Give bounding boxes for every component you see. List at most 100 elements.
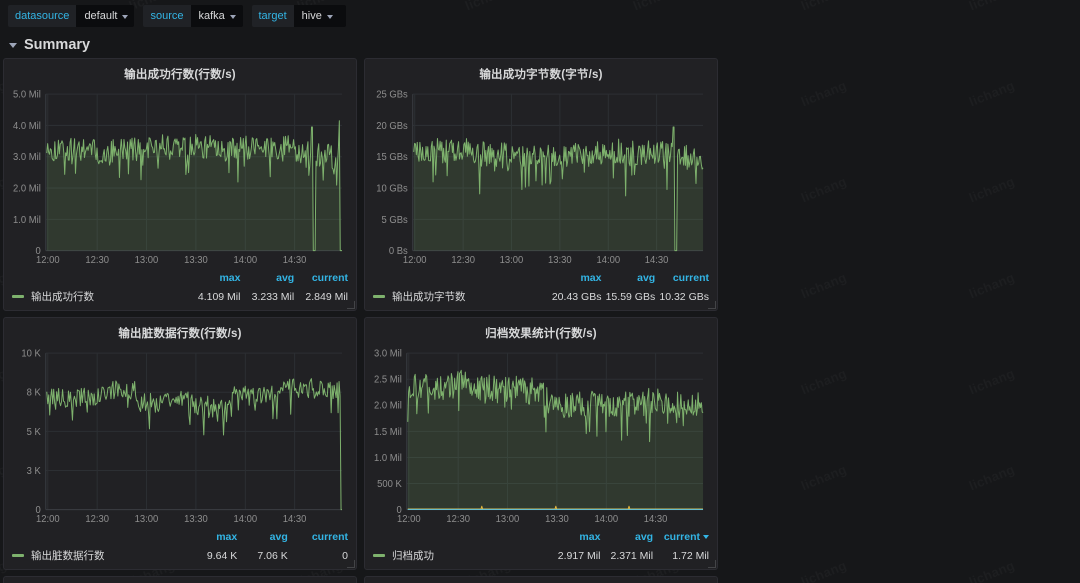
panel-legend: maxavgcurrent输出成功行数4.109 Mil3.233 Mil2.8…: [4, 271, 356, 310]
panel-3[interactable]: 输出脏数据行数(行数/s)03 K5 K8 K10 K12:0012:3013:…: [3, 317, 357, 570]
plot-area[interactable]: 0 Bs5 GBs10 GBs15 GBs20 GBs25 GBs12:0012…: [365, 84, 717, 271]
plot-area[interactable]: 01.0 Mil2.0 Mil3.0 Mil4.0 Mil5.0 Mil12:0…: [4, 84, 356, 271]
legend-series-header: [12, 271, 187, 287]
panel-title[interactable]: 归档效果统计(行数/s): [365, 318, 717, 343]
legend-series-name: 输出脏数据行数: [31, 548, 105, 563]
panel-5[interactable]: HDFS Operate pct999(ms)0 ms3 min7 min10 …: [3, 576, 357, 583]
y-tick-label: 3 K: [27, 466, 42, 477]
legend-table: maxavgcurrent输出成功行数4.109 Mil3.233 Mil2.8…: [12, 271, 348, 306]
panel-title[interactable]: 输出脏数据行数(行数/s): [4, 318, 356, 343]
panel-resize-handle[interactable]: [708, 301, 716, 309]
variable-target-label: target: [252, 5, 294, 27]
variable-datasource-value[interactable]: default: [76, 5, 134, 27]
legend-series-cell: 输出脏数据行数: [12, 546, 187, 565]
legend-header-current[interactable]: current: [653, 530, 709, 546]
legend-series-toggle[interactable]: 归档成功: [373, 548, 434, 563]
panel-title[interactable]: 输出成功行数(行数/s): [4, 59, 356, 84]
y-tick-label: 5 K: [27, 427, 42, 438]
plot-area[interactable]: 0500 K1.0 Mil1.5 Mil2.0 Mil2.5 Mil3.0 Mi…: [365, 343, 717, 530]
x-tick-label: 14:00: [233, 514, 257, 525]
legend-header-row: maxavgcurrent: [12, 271, 348, 287]
x-tick-label: 13:30: [184, 514, 208, 525]
legend-max-value: 9.64 K: [187, 546, 238, 565]
x-tick-label: 13:00: [500, 255, 524, 266]
variable-source-label: source: [143, 5, 190, 27]
panel-resize-handle[interactable]: [708, 560, 716, 568]
panel-resize-handle[interactable]: [347, 301, 355, 309]
legend-series-toggle[interactable]: 输出成功字节数: [373, 289, 466, 304]
dashboard-row-summary[interactable]: Summary: [0, 32, 1080, 58]
x-tick-label: 12:00: [397, 514, 421, 525]
legend-header-max[interactable]: max: [548, 530, 601, 546]
legend-header-avg[interactable]: avg: [600, 530, 653, 546]
x-tick-label: 14:00: [233, 255, 257, 266]
legend-current-value: 1.72 Mil: [653, 546, 709, 565]
panel-4[interactable]: 归档效果统计(行数/s)0500 K1.0 Mil1.5 Mil2.0 Mil2…: [364, 317, 718, 570]
legend-avg-value: 2.371 Mil: [600, 546, 653, 565]
legend-series-toggle[interactable]: 输出成功行数: [12, 289, 94, 304]
plot-area[interactable]: 03 K5 K8 K10 K12:0012:3013:0013:3014:001…: [4, 343, 356, 530]
variable-datasource[interactable]: datasource default: [8, 5, 134, 27]
x-tick-label: 14:30: [644, 514, 668, 525]
y-tick-label: 1.5 Mil: [374, 427, 402, 438]
legend-avg-value: 3.233 Mil: [240, 287, 294, 306]
panel-6[interactable]: Checkpoint && Aggregate pct999(ms)0 ms4 …: [364, 576, 718, 583]
legend-current-value: 10.32 GBs: [655, 287, 709, 306]
x-tick-label: 12:00: [36, 514, 60, 525]
legend-header-max[interactable]: max: [187, 271, 241, 287]
x-tick-label: 14:30: [283, 514, 307, 525]
sort-desc-icon: [703, 535, 709, 539]
variable-datasource-selected: default: [84, 5, 117, 27]
legend-row[interactable]: 输出成功字节数20.43 GBs15.59 GBs10.32 GBs: [373, 287, 709, 306]
panel-1[interactable]: 输出成功行数(行数/s)01.0 Mil2.0 Mil3.0 Mil4.0 Mi…: [3, 58, 357, 311]
series-color-swatch: [12, 295, 24, 298]
legend-header-avg[interactable]: avg: [237, 530, 288, 546]
y-tick-label: 4.0 Mil: [13, 121, 41, 132]
legend-series-toggle[interactable]: 输出脏数据行数: [12, 548, 105, 563]
x-tick-label: 13:00: [135, 514, 159, 525]
legend-series-name: 归档成功: [392, 548, 434, 563]
legend-header-avg[interactable]: avg: [601, 271, 655, 287]
x-tick-label: 13:30: [184, 255, 208, 266]
legend-header-row: maxavgcurrent: [12, 530, 348, 546]
series-area: [47, 121, 342, 251]
variable-source-value[interactable]: kafka: [191, 5, 243, 27]
legend-header-max[interactable]: max: [187, 530, 238, 546]
chevron-down-icon[interactable]: [9, 43, 17, 48]
legend-row[interactable]: 输出脏数据行数9.64 K7.06 K0: [12, 546, 348, 565]
series-area: [414, 127, 703, 251]
panel-resize-handle[interactable]: [347, 560, 355, 568]
legend-table: maxavgcurrent归档成功2.917 Mil2.371 Mil1.72 …: [373, 530, 709, 565]
variable-target-selected: hive: [302, 5, 322, 27]
x-tick-label: 14:30: [645, 255, 669, 266]
variable-source-selected: kafka: [199, 5, 225, 27]
y-tick-label: 2.0 Mil: [13, 183, 41, 194]
variable-target-value[interactable]: hive: [294, 5, 346, 27]
panel-title[interactable]: 输出成功字节数(字节/s): [365, 59, 717, 84]
legend-series-header: [12, 530, 187, 546]
legend-row[interactable]: 输出成功行数4.109 Mil3.233 Mil2.849 Mil: [12, 287, 348, 306]
legend-header-current[interactable]: current: [294, 271, 348, 287]
panel-title[interactable]: HDFS Operate pct999(ms): [4, 577, 356, 583]
panel-title[interactable]: Checkpoint && Aggregate pct999(ms): [365, 577, 717, 583]
legend-header-current[interactable]: current: [288, 530, 348, 546]
legend-header-current[interactable]: current: [655, 271, 709, 287]
panel-2[interactable]: 输出成功字节数(字节/s)0 Bs5 GBs10 GBs15 GBs20 GBs…: [364, 58, 718, 311]
x-tick-label: 12:30: [451, 255, 475, 266]
y-tick-label: 1.0 Mil: [374, 453, 402, 464]
legend-header-avg[interactable]: avg: [240, 271, 294, 287]
legend-avg-value: 7.06 K: [237, 546, 288, 565]
y-tick-label: 1.0 Mil: [13, 215, 41, 226]
legend-header-row: maxavgcurrent: [373, 530, 709, 546]
legend-series-name: 输出成功行数: [31, 289, 94, 304]
legend-row[interactable]: 归档成功2.917 Mil2.371 Mil1.72 Mil: [373, 546, 709, 565]
variable-source[interactable]: source kafka: [143, 5, 242, 27]
legend-avg-value: 15.59 GBs: [601, 287, 655, 306]
x-tick-label: 13:00: [135, 255, 159, 266]
legend-header-max[interactable]: max: [548, 271, 602, 287]
x-tick-label: 14:00: [596, 255, 620, 266]
variable-target[interactable]: target hive: [252, 5, 346, 27]
legend-table: maxavgcurrent输出成功字节数20.43 GBs15.59 GBs10…: [373, 271, 709, 306]
y-tick-label: 8 K: [27, 388, 42, 399]
panel-grid: 输出成功行数(行数/s)01.0 Mil2.0 Mil3.0 Mil4.0 Mi…: [0, 58, 1080, 583]
